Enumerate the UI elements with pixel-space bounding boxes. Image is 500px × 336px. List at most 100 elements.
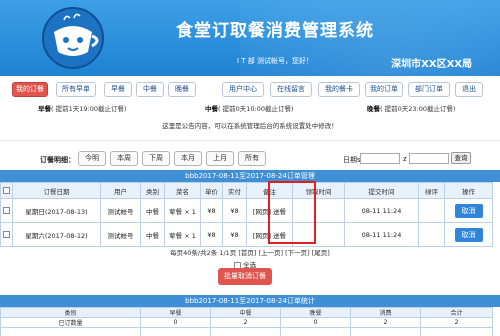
cell-action: 取消 (444, 222, 493, 247)
breakfast-deadline: 早餐( 提前1天19:00截止订餐) (38, 103, 127, 113)
breakfast-deadline-label: 早餐 (38, 105, 51, 113)
col-user: 用户 (100, 182, 141, 199)
cell-dish: 荤餐 × 1 (164, 222, 201, 247)
cell-paid: ¥8 (222, 222, 247, 247)
stats-cell (350, 327, 421, 336)
stats-cell (140, 327, 211, 336)
orders-header-row: 订餐日期 用户 类别 菜名 单价 实付 备注 领取时间 提交时间 绿评 操作 (0, 182, 493, 199)
stats-cell: 2 (210, 317, 281, 328)
filter-all[interactable]: 所有 (238, 151, 266, 166)
select-all-header-checkbox[interactable] (3, 187, 10, 194)
cell-paid: ¥8 (222, 198, 247, 223)
cell-type: 中餐 (140, 198, 165, 223)
batch-cancel-button[interactable]: 批量取消订餐 (218, 268, 272, 285)
table-row: 已订数量 0 2 0 2 2 (0, 317, 493, 328)
nav-lunch[interactable]: 中餐 (136, 82, 164, 97)
cell-user: 测试帐号 (100, 222, 141, 247)
cell-review (418, 198, 445, 223)
stats-cell: 0 (280, 317, 351, 328)
stats-col-dinner: 晚餐 (280, 307, 351, 318)
col-submit: 提交时间 (344, 182, 419, 199)
remark-highlight-box (268, 181, 316, 244)
stats-title: bbb2017-08-11至2017-08-24订单统计 (0, 295, 500, 307)
row-checkbox[interactable] (3, 231, 10, 238)
cell-date: 星期日(2017-08-13) (12, 198, 101, 223)
col-date: 订餐日期 (12, 182, 101, 199)
pagination[interactable]: 每页40条/共2条 1/1页 [首页] [上一页] [下一页] [尾页] (0, 247, 500, 257)
lunch-deadline: 中餐( 提前0天10:00截止订餐) (205, 103, 294, 113)
col-action: 操作 (444, 182, 493, 199)
dinner-deadline-text: ( 提前0天23:00截止订餐) (380, 105, 456, 113)
stats-cell (420, 327, 493, 336)
stats-cell (280, 327, 351, 336)
stats-col-consume: 消费 (350, 307, 421, 318)
stats-col-breakfast: 早餐 (140, 307, 211, 318)
nav-all-orders[interactable]: 所有早单 (56, 82, 96, 97)
nav-dinner[interactable]: 晚餐 (168, 82, 196, 97)
system-title: 食堂订取餐消费管理系统 (176, 21, 374, 41)
header-banner: 食堂订取餐消费管理系统 I T 部 测试帐号，您好！ 深圳市XX区XX局 (0, 0, 500, 76)
stats-cell: 2 (420, 317, 493, 328)
nav-online-message[interactable]: 在线留言 (270, 82, 312, 97)
main-nav: 我的订餐 所有早单 早餐 中餐 晚餐 用户中心 在线留言 我的餐卡 我的订单 部… (0, 76, 500, 102)
lunch-deadline-label: 中餐 (205, 105, 218, 113)
col-price: 单价 (200, 182, 223, 199)
nav-my-bills[interactable]: 我的订单 (365, 82, 403, 97)
stats-cell (210, 327, 281, 336)
cancel-button[interactable]: 取消 (454, 227, 483, 242)
table-row: 星期日(2017-08-13) 测试帐号 中餐 荤餐 × 1 ¥8 ¥8 [网页… (0, 198, 493, 223)
divider (0, 140, 500, 141)
stats-header-row: 类别 早餐 中餐 晚餐 消费 合计 (0, 307, 493, 318)
cell-price: ¥8 (200, 198, 223, 223)
stats-cell: 已订数量 (0, 317, 141, 328)
filter-next-week[interactable]: 下周 (142, 151, 170, 166)
table-row: 星期六(2017-08-12) 测试帐号 中餐 荤餐 × 1 ¥8 ¥8 [网页… (0, 222, 493, 247)
cell-date: 星期六(2017-08-12) (12, 222, 101, 247)
stats-col-total: 合计 (420, 307, 493, 318)
tea-cup-logo-icon (42, 7, 104, 69)
stats-table: 类别 早餐 中餐 晚餐 消费 合计 已订数量 0 2 0 2 2 (0, 307, 493, 336)
stats-col-lunch: 中餐 (210, 307, 281, 318)
cell-type: 中餐 (140, 222, 165, 247)
cell-action: 取消 (444, 198, 493, 223)
table-row (0, 327, 493, 336)
logout-button[interactable]: 退出 (455, 82, 483, 97)
end-date-input[interactable] (409, 153, 449, 164)
date-separator: z (403, 155, 407, 163)
nav-my-orders[interactable]: 我的订餐 (12, 82, 48, 97)
announcement-text: 这里是公告内容，可以在系统管理后台的系统设置处中修改！ (162, 122, 338, 130)
row-select (0, 198, 13, 223)
stats-cell: 2 (350, 317, 421, 328)
filter-today-tomorrow[interactable]: 今明 (78, 151, 106, 166)
stats-col-type: 类别 (0, 307, 141, 318)
cell-submit: 08-11 11:24 (344, 222, 419, 247)
stats-cell (0, 327, 141, 336)
col-review: 绿评 (418, 182, 445, 199)
cell-user: 测试帐号 (100, 198, 141, 223)
cell-submit: 08-11 11:24 (344, 198, 419, 223)
start-date-input[interactable] (360, 153, 400, 164)
stats-cell: 0 (140, 317, 211, 328)
orders-table: 订餐日期 用户 类别 菜名 单价 实付 备注 领取时间 提交时间 绿评 操作 星… (0, 182, 493, 247)
nav-dept-orders[interactable]: 部门订单 (408, 82, 450, 97)
nav-my-card[interactable]: 我的餐卡 (318, 82, 360, 97)
breakfast-deadline-text: ( 提前1天19:00截止订餐) (51, 105, 127, 113)
header-select (0, 182, 13, 199)
cell-review (418, 222, 445, 247)
col-paid: 实付 (222, 182, 247, 199)
dinner-deadline-label: 晚餐 (367, 105, 380, 113)
col-type: 类别 (140, 182, 165, 199)
row-checkbox[interactable] (3, 207, 10, 214)
region-name: 深圳市XX区XX局 (391, 59, 472, 70)
query-button[interactable]: 查询 (451, 152, 471, 164)
cell-dish: 荤餐 × 1 (164, 198, 201, 223)
dinner-deadline: 晚餐( 提前0天23:00截止订餐) (367, 103, 456, 113)
nav-breakfast[interactable]: 早餐 (104, 82, 132, 97)
cancel-button[interactable]: 取消 (454, 203, 483, 218)
filter-this-week[interactable]: 本周 (110, 151, 138, 166)
nav-user-center[interactable]: 用户中心 (222, 82, 264, 97)
filter-last-month[interactable]: 上月 (206, 151, 234, 166)
filter-this-month[interactable]: 本月 (174, 151, 202, 166)
date-label: 日期s (343, 156, 361, 164)
col-dish: 菜名 (164, 182, 201, 199)
